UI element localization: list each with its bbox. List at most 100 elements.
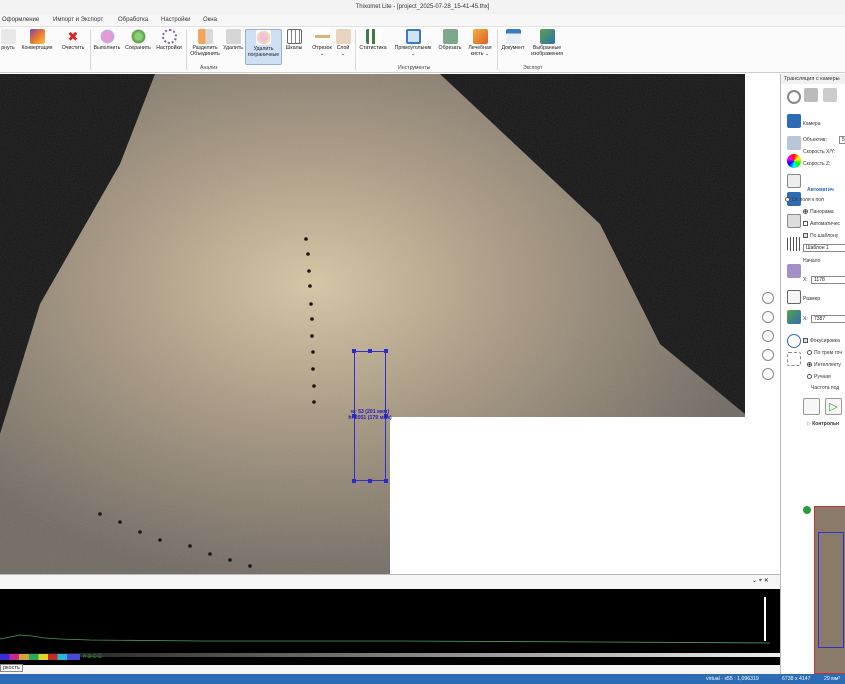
frequency-label: Частота под bbox=[811, 385, 840, 391]
objective-icon[interactable] bbox=[787, 136, 801, 150]
x-start-field[interactable]: 1178 bbox=[811, 276, 845, 284]
navigator-viewport-rect[interactable] bbox=[818, 532, 844, 648]
clear-button[interactable]: ✖ Очистить bbox=[58, 29, 88, 52]
zoom-100-icon[interactable] bbox=[762, 349, 774, 361]
image-icon[interactable] bbox=[787, 174, 801, 188]
ruler-icon bbox=[314, 29, 330, 44]
brush-icon bbox=[472, 29, 488, 44]
resize-handle[interactable] bbox=[368, 479, 372, 483]
grid-icon bbox=[286, 29, 302, 44]
window-title: Thixomet Lite - [project_2025-07-28_15-4… bbox=[0, 0, 845, 14]
gear-icon[interactable] bbox=[787, 90, 801, 104]
indentation-mark bbox=[309, 302, 313, 306]
gradient-image-icon bbox=[29, 29, 45, 44]
split-merge-button[interactable]: Разделить Объединить bbox=[188, 29, 222, 57]
indentation-mark bbox=[311, 367, 315, 371]
area-status: 29 мм² bbox=[824, 676, 841, 682]
control-points-section[interactable]: ▷ Контрольн bbox=[807, 421, 839, 427]
document-button[interactable]: Документ bbox=[499, 29, 527, 52]
indentation-mark bbox=[306, 252, 310, 256]
save-button[interactable]: Сохранить bbox=[123, 29, 153, 52]
indentation-mark bbox=[311, 350, 315, 354]
crosshair-icon[interactable] bbox=[787, 352, 801, 366]
camera-mode-icon[interactable] bbox=[787, 114, 801, 128]
selected-images-button[interactable]: Выбранные изображения bbox=[528, 29, 566, 57]
menu-import-export[interactable]: Импорт и Экспорт bbox=[53, 14, 103, 27]
empty-canvas-area bbox=[390, 417, 780, 574]
zoom-out-icon[interactable] bbox=[762, 311, 774, 323]
layer-icon bbox=[335, 29, 351, 44]
objective-label: Объектив: bbox=[803, 137, 827, 143]
resize-handle[interactable] bbox=[384, 479, 388, 483]
layer-button[interactable]: Слой ⌄ bbox=[334, 29, 352, 57]
resize-handle[interactable] bbox=[352, 479, 356, 483]
delete-button[interactable]: Удалить bbox=[222, 29, 244, 52]
indentation-mark bbox=[310, 334, 314, 338]
segment-button[interactable]: Отрезок ⌄ bbox=[310, 29, 334, 57]
camera-icon[interactable] bbox=[804, 88, 818, 102]
scales-button[interactable]: Шкалы bbox=[284, 29, 304, 52]
intelligent-option[interactable]: Интеллекту bbox=[807, 362, 841, 368]
palette-tools-icons[interactable]: ✕⊕⊖⊖ bbox=[82, 653, 102, 660]
crop-button[interactable]: Обрезать bbox=[436, 29, 464, 52]
focus-checkbox[interactable]: Фокусировка bbox=[803, 338, 840, 344]
zoom-fit-icon[interactable] bbox=[762, 330, 774, 342]
panorama-option[interactable]: Панорама bbox=[803, 209, 834, 215]
image-viewport[interactable] bbox=[0, 74, 780, 574]
brightness-gradient bbox=[0, 653, 780, 657]
healing-brush-button[interactable]: Лечебная кисть ⌄ bbox=[465, 29, 495, 57]
indentation-mark bbox=[308, 284, 312, 288]
images-icon bbox=[539, 29, 555, 44]
from-field-option[interactable]: От поля к пол bbox=[785, 197, 824, 203]
scan-icon[interactable] bbox=[787, 214, 801, 228]
move-icon[interactable] bbox=[787, 310, 801, 324]
template-select[interactable]: Шаблон 1 bbox=[803, 244, 845, 252]
group-tools: Инструменты bbox=[398, 65, 431, 71]
grid-start-icon[interactable] bbox=[803, 398, 820, 415]
size-icon[interactable] bbox=[787, 290, 801, 304]
rectangle-button[interactable]: Прямоугольник ⌄ bbox=[391, 29, 435, 57]
convert-button[interactable]: Конвертация bbox=[18, 29, 56, 52]
stage-icon[interactable] bbox=[823, 88, 837, 102]
x-size-field[interactable]: 7387 bbox=[811, 315, 845, 323]
menu-appearance[interactable]: Оформление bbox=[2, 14, 39, 27]
settings-button[interactable]: Настройки bbox=[154, 29, 184, 52]
resize-handle[interactable] bbox=[368, 349, 372, 353]
by-template-checkbox[interactable]: По шаблону bbox=[803, 233, 838, 239]
menu-windows[interactable]: Окна bbox=[203, 14, 217, 27]
indentation-mark bbox=[98, 512, 102, 516]
zoom-search-icon[interactable] bbox=[762, 368, 774, 380]
color-palette[interactable] bbox=[0, 654, 80, 660]
zoom-in-icon[interactable] bbox=[762, 292, 774, 304]
objective-field[interactable]: 5 bbox=[839, 136, 845, 144]
ribbon-toolbar: рнуть Конвертация ✖ Очистить Выполнить Со… bbox=[0, 27, 845, 73]
resize-handle[interactable] bbox=[352, 349, 356, 353]
panel-controls[interactable]: ⌄ ⌖ ✕ bbox=[752, 577, 769, 585]
resize-handle[interactable] bbox=[384, 349, 388, 353]
camera-panel: Трансляция с камеры Камера Объектив: 5 С… bbox=[780, 74, 845, 674]
template-grid-icon[interactable] bbox=[787, 237, 801, 251]
status-led-icon bbox=[803, 506, 811, 514]
execute-button[interactable]: Выполнить bbox=[92, 29, 122, 52]
color-wheel-icon[interactable] bbox=[787, 154, 801, 168]
restore-button[interactable]: рнуть bbox=[0, 29, 16, 52]
brightness-tab[interactable]: ркость bbox=[0, 664, 23, 672]
menu-settings[interactable]: Настройки bbox=[161, 14, 190, 27]
layers-icon[interactable] bbox=[787, 264, 801, 278]
indentation-mark bbox=[307, 269, 311, 273]
automatic-checkbox[interactable]: Автоматичес bbox=[803, 221, 840, 227]
manual-option[interactable]: Ручная bbox=[807, 374, 831, 380]
menu-processing[interactable]: Обработка bbox=[118, 14, 148, 27]
zoom-status: virtual - x55 : 1,096319 bbox=[706, 676, 759, 682]
navigator-thumbnail[interactable] bbox=[814, 506, 845, 674]
selection-size-label: w: 53 (201 мкм) h: 2051 (179 мкм) bbox=[348, 409, 392, 421]
border-cells-icon bbox=[256, 30, 271, 45]
rectangle-icon bbox=[405, 29, 421, 44]
delete-border-button[interactable]: Удалить пограничные bbox=[245, 29, 282, 65]
three-points-option[interactable]: По трем точ bbox=[807, 350, 842, 356]
gear-icon bbox=[161, 29, 177, 44]
statistics-button[interactable]: Статистика bbox=[357, 29, 389, 52]
bar-chart-icon bbox=[365, 29, 381, 44]
play-icon[interactable]: ▷ bbox=[825, 398, 842, 415]
focus-icon[interactable] bbox=[787, 334, 801, 348]
